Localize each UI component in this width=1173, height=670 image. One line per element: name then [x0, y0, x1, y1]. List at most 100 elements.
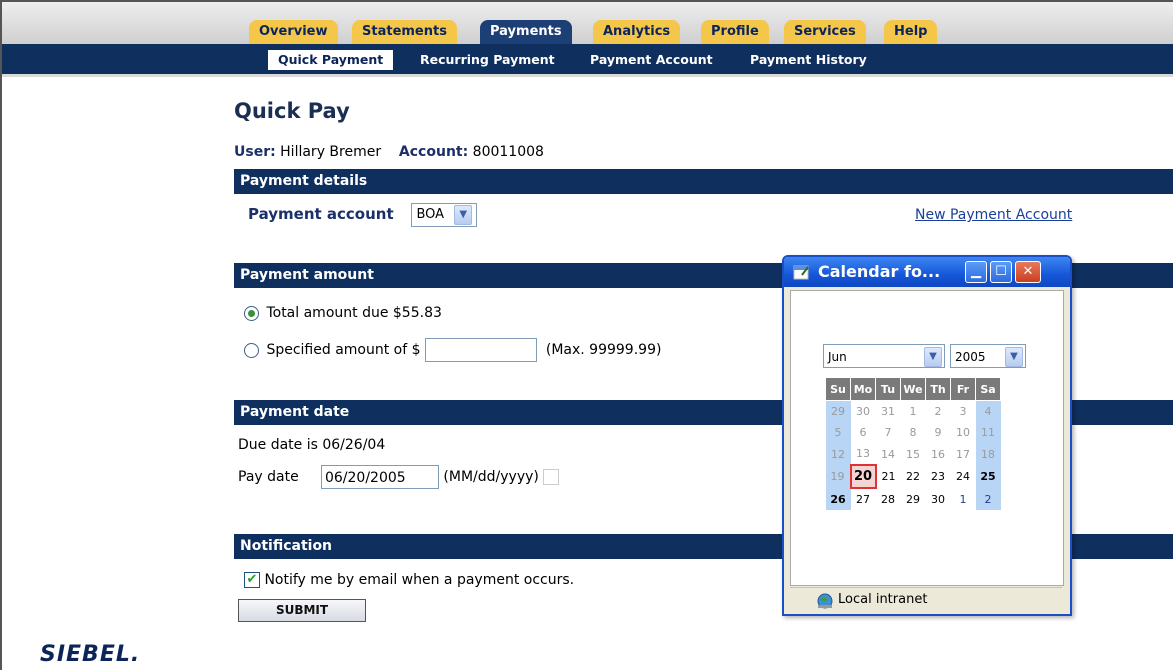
specified-amount-label: Specified amount of $ — [266, 342, 421, 358]
calendar-day[interactable]: 31 — [876, 401, 901, 423]
main-tab-strip: Overview Statements Payments Analytics P… — [2, 2, 1173, 45]
calendar-day[interactable]: 2 — [975, 488, 1001, 510]
new-payment-account-row: New Payment Account — [915, 207, 1072, 223]
specified-amount-row: Specified amount of $ (Max. 99999.99) — [244, 338, 661, 362]
calendar-day[interactable]: 6 — [851, 422, 876, 443]
calendar-day[interactable]: 4 — [975, 400, 1001, 422]
specified-amount-radio[interactable] — [244, 342, 259, 358]
calendar-week: 19 20 21 22 23 24 25 — [825, 464, 1001, 489]
tab-help[interactable]: Help — [884, 20, 938, 44]
payment-details-header: Payment details — [234, 169, 1173, 194]
calendar-window-title-bar[interactable]: Calendar fo... ▁ ☐ ✕ — [784, 257, 1070, 287]
dropdown-arrow-icon: ▼ — [454, 204, 473, 225]
pay-date-input[interactable]: 06/20/2005 — [320, 465, 439, 489]
calendar-day[interactable]: 5 — [825, 422, 851, 443]
calendar-day[interactable]: 2 — [926, 401, 951, 423]
tab-analytics[interactable]: Analytics — [593, 20, 681, 44]
calendar-day[interactable]: 18 — [975, 443, 1001, 465]
calendar-day[interactable]: 15 — [901, 443, 926, 465]
calendar-day[interactable]: 12 — [825, 443, 851, 465]
account-value: 80011008 — [472, 144, 544, 160]
calendar-day[interactable]: 1 — [901, 401, 926, 423]
calendar-day[interactable]: 26 — [825, 488, 851, 510]
calendar-day[interactable]: 21 — [876, 465, 901, 488]
weekday-header: Sa — [975, 377, 1001, 401]
calendar-day[interactable]: 23 — [926, 465, 951, 488]
siebel-logo: SIEBEL. — [40, 642, 141, 667]
calendar-day[interactable]: 29 — [825, 400, 851, 422]
payment-account-select[interactable]: BOA ▼ — [411, 203, 478, 227]
sub-navigation: Quick Payment Recurring Payment Payment … — [2, 44, 1173, 77]
subtab-payment-history[interactable]: Payment History — [740, 50, 877, 70]
weekday-header-row: Su Mo Tu We Th Fr Sa — [825, 377, 1001, 401]
calendar-window-title: Calendar fo... — [818, 262, 941, 281]
calendar-day[interactable]: 7 — [876, 422, 901, 443]
calendar-week: 26 27 28 29 30 1 2 — [825, 488, 1001, 510]
maximize-icon[interactable]: ☐ — [990, 261, 1012, 283]
pay-date-row: Pay date 06/20/2005 (MM/dd/yyyy) — [238, 465, 560, 489]
calendar-day[interactable]: 10 — [951, 422, 976, 443]
calendar-picker-icon[interactable] — [543, 469, 560, 485]
tab-services[interactable]: Services — [784, 20, 866, 44]
calendar-day[interactable]: 30 — [851, 401, 876, 423]
calendar-day-selected[interactable]: 20 — [849, 464, 877, 489]
calendar-day[interactable]: 28 — [876, 488, 901, 510]
weekday-header: Mo — [850, 377, 876, 401]
date-format-hint: (MM/dd/yyyy) — [443, 469, 539, 485]
calendar-day[interactable]: 3 — [951, 401, 976, 423]
specified-amount-input[interactable] — [424, 338, 537, 362]
tab-payments[interactable]: Payments — [480, 20, 572, 44]
minimize-icon[interactable]: ▁ — [965, 261, 987, 283]
total-amount-label: Total amount due $55.83 — [266, 305, 442, 321]
email-notify-checkbox[interactable]: ✔ — [244, 572, 260, 588]
subtab-recurring-payment[interactable]: Recurring Payment — [410, 50, 565, 70]
tab-statements[interactable]: Statements — [352, 20, 457, 44]
calendar-day[interactable]: 25 — [975, 465, 1001, 488]
weekday-header: Tu — [875, 377, 901, 401]
year-value: 2005 — [955, 350, 986, 364]
calendar-day[interactable]: 11 — [975, 422, 1001, 443]
total-amount-radio[interactable] — [244, 305, 259, 321]
calendar-day[interactable]: 16 — [926, 443, 951, 465]
calendar-grid: Su Mo Tu We Th Fr Sa 29 30 31 1 2 3 4 5 … — [825, 377, 1001, 510]
subtab-payment-account[interactable]: Payment Account — [580, 50, 723, 70]
email-notify-row: ✔ Notify me by email when a payment occu… — [244, 572, 574, 588]
calendar-day[interactable]: 17 — [951, 443, 976, 465]
submit-button[interactable]: SUBMIT — [238, 599, 366, 622]
dropdown-arrow-icon: ▼ — [1005, 347, 1023, 367]
calendar-week: 12 13 14 15 16 17 18 — [825, 443, 1001, 465]
year-select[interactable]: 2005 ▼ — [950, 344, 1026, 368]
calendar-day[interactable]: 29 — [901, 488, 926, 510]
calendar-day[interactable]: 27 — [851, 488, 876, 510]
max-amount-hint: (Max. 99999.99) — [545, 342, 662, 358]
calendar-day[interactable]: 9 — [926, 422, 951, 443]
user-account-line: User: Hillary Bremer Account: 80011008 — [234, 144, 544, 160]
new-payment-account-link[interactable]: New Payment Account — [915, 207, 1072, 223]
calendar-day[interactable]: 13 — [851, 443, 876, 465]
user-label: User: — [234, 144, 276, 160]
calendar-day[interactable]: 19 — [825, 465, 851, 488]
close-icon[interactable]: ✕ — [1015, 261, 1041, 283]
due-date-text: Due date is 06/26/04 — [238, 437, 386, 453]
payment-account-value: BOA — [416, 207, 445, 222]
weekday-header: We — [900, 377, 926, 401]
subtab-quick-payment[interactable]: Quick Payment — [268, 50, 394, 70]
calendar-day[interactable]: 1 — [951, 488, 976, 510]
calendar-day[interactable]: 30 — [926, 488, 951, 510]
calendar-day[interactable]: 8 — [901, 422, 926, 443]
calendar-day[interactable]: 22 — [901, 465, 926, 488]
weekday-header: Fr — [950, 377, 976, 401]
status-zone-text: Local intranet — [838, 592, 928, 607]
month-select[interactable]: Jun ▼ — [823, 344, 945, 368]
tab-profile[interactable]: Profile — [701, 20, 769, 44]
pay-date-label: Pay date — [238, 469, 299, 485]
calendar-day[interactable]: 24 — [951, 465, 976, 488]
calendar-day[interactable]: 14 — [876, 443, 901, 465]
calendar-week: 5 6 7 8 9 10 11 — [825, 422, 1001, 443]
tab-overview[interactable]: Overview — [249, 20, 338, 44]
payment-account-row: Payment account BOA ▼ — [248, 203, 478, 227]
calendar-window: Calendar fo... ▁ ☐ ✕ Jun ▼ 2005 ▼ Su Mo … — [782, 255, 1072, 616]
page-title: Quick Pay — [234, 99, 350, 123]
calendar-week: 29 30 31 1 2 3 4 — [825, 400, 1001, 423]
calendar-body: Jun ▼ 2005 ▼ Su Mo Tu We Th Fr Sa 29 30 … — [790, 290, 1064, 586]
